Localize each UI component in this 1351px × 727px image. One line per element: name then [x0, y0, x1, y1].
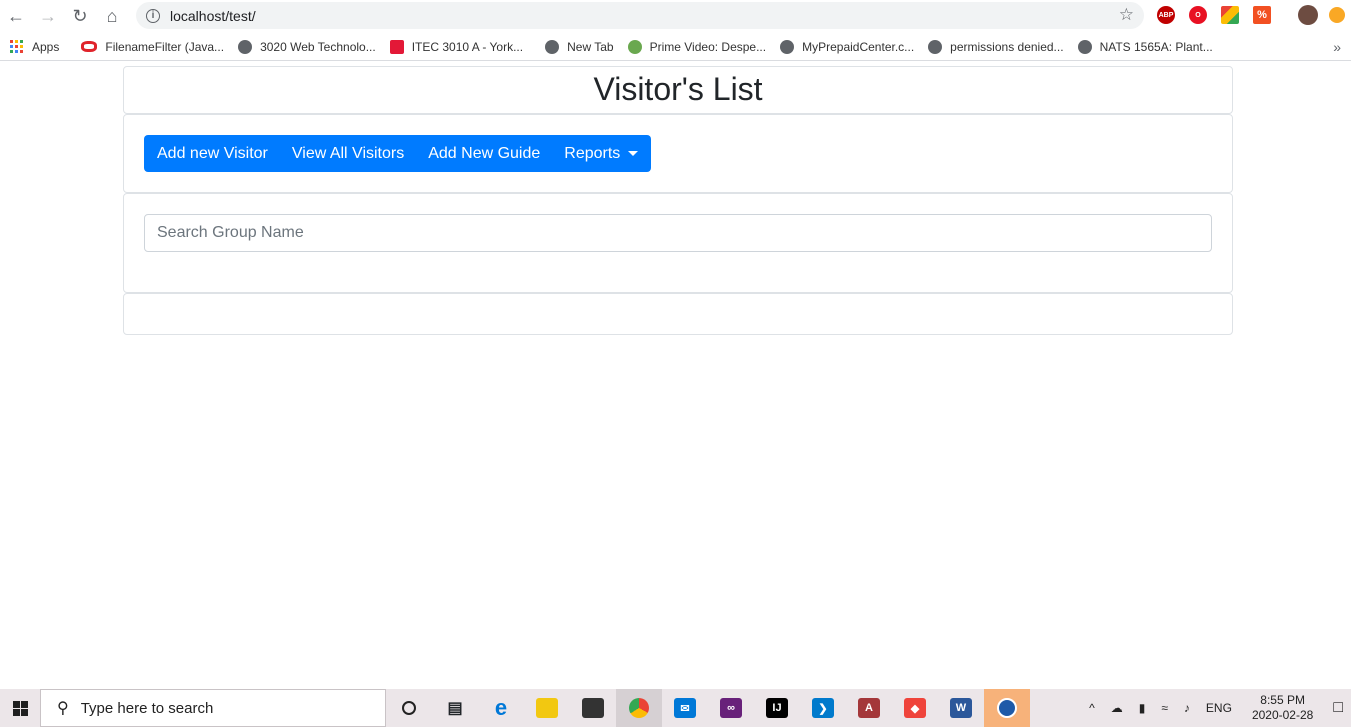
update-icon[interactable]: [1329, 7, 1345, 23]
bookmark-itec[interactable]: ITEC 3010 A - York...: [389, 39, 524, 54]
bookmark-label: 3020 Web Technolo...: [260, 39, 376, 54]
nav-view-all-visitors[interactable]: View All Visitors: [292, 145, 404, 163]
bookmark-prime-video[interactable]: Prime Video: Despe...: [627, 39, 767, 54]
bookmark-label: FilenameFilter (Java...: [105, 39, 225, 54]
windows-logo-icon: [12, 700, 28, 716]
anydesk-icon[interactable]: ◆: [892, 689, 938, 727]
bookmark-label: New Tab: [567, 39, 614, 54]
title-card: Visitor's List: [123, 66, 1233, 114]
oracle-icon: [81, 41, 98, 52]
wifi-icon[interactable]: ≈: [1161, 701, 1168, 715]
bookmark-label: MyPrepaidCenter.c...: [802, 39, 915, 54]
edge-icon[interactable]: e: [478, 689, 524, 727]
clock-date: 2020-02-28: [1251, 708, 1314, 722]
bookmark-label: permissions denied...: [950, 39, 1064, 54]
bookmark-label: Apps: [32, 39, 60, 54]
opera-icon[interactable]: O: [1189, 6, 1207, 24]
colorful-ext-icon[interactable]: [1221, 6, 1239, 24]
bookmark-label: NATS 1565A: Plant...: [1099, 39, 1213, 54]
nav-add-new-visitor[interactable]: Add new Visitor: [157, 145, 268, 163]
taskbar-search[interactable]: ⚲ Type here to search: [40, 689, 386, 727]
search-icon: ⚲: [57, 700, 69, 717]
page-title: Visitor's List: [593, 71, 763, 107]
word-icon[interactable]: W: [938, 689, 984, 727]
volume-icon[interactable]: ♪: [1184, 701, 1190, 715]
globe-icon: [238, 39, 253, 54]
profile-avatar[interactable]: [1298, 5, 1318, 25]
address-bar[interactable]: i localhost/test/ ☆: [136, 2, 1144, 29]
clock-time: 8:55 PM: [1260, 693, 1305, 707]
caret-down-icon: [628, 151, 639, 156]
bookmark-filenamefilter[interactable]: FilenameFilter (Java...: [81, 40, 224, 54]
more-bookmarks-chevron-icon[interactable]: »: [1333, 39, 1341, 55]
show-hidden-icons-chevron-icon[interactable]: ^: [1089, 701, 1095, 715]
navigation-card: Add new Visitor View All Visitors Add Ne…: [123, 114, 1233, 193]
chrome-icon[interactable]: [616, 689, 662, 727]
battery-icon[interactable]: ▮: [1139, 701, 1146, 715]
main-navbar: Add new Visitor View All Visitors Add Ne…: [144, 135, 652, 172]
bookmark-label: ITEC 3010 A - York...: [411, 39, 524, 54]
store-icon[interactable]: [570, 689, 616, 727]
home-icon[interactable]: ⌂: [96, 2, 128, 32]
nav-add-new-guide[interactable]: Add New Guide: [428, 145, 540, 163]
globe-icon: [780, 39, 795, 54]
taskbar-search-placeholder: Type here to search: [80, 699, 214, 717]
back-arrow-icon[interactable]: ←: [0, 2, 32, 32]
abp-icon[interactable]: ABP: [1157, 6, 1175, 24]
file-explorer-icon[interactable]: [524, 689, 570, 727]
bookmark-permissions[interactable]: permissions denied...: [928, 39, 1064, 54]
nav-reports-dropdown[interactable]: Reports: [564, 144, 639, 163]
access-icon[interactable]: A: [846, 689, 892, 727]
forward-arrow-icon[interactable]: →: [32, 2, 64, 32]
bookmark-myprepaidcenter[interactable]: MyPrepaidCenter.c...: [780, 39, 915, 54]
onedrive-icon[interactable]: ☁: [1111, 701, 1123, 715]
results-card: [123, 293, 1233, 335]
url-text[interactable]: localhost/test/: [170, 8, 256, 24]
search-group-name-input[interactable]: [144, 214, 1212, 252]
active-app-icon[interactable]: [984, 689, 1030, 727]
vscode-icon[interactable]: ❯: [800, 689, 846, 727]
intellij-icon[interactable]: IJ: [754, 689, 800, 727]
bookmark-apps[interactable]: Apps: [0, 39, 60, 54]
percent-ext-icon[interactable]: %: [1253, 6, 1271, 24]
visual-studio-icon[interactable]: ∞: [708, 689, 754, 727]
browser-toolbar: ← → ↻ ⌂ i localhost/test/ ☆ ABP O %: [0, 0, 1351, 33]
reports-label: Reports: [564, 144, 621, 162]
start-button[interactable]: [0, 689, 40, 727]
language-indicator[interactable]: ENG: [1206, 701, 1232, 715]
reload-icon[interactable]: ↻: [64, 2, 96, 32]
bookmarks-bar: Apps FilenameFilter (Java... 3020 Web Te…: [0, 33, 1351, 61]
notifications-icon[interactable]: □: [1333, 699, 1343, 717]
globe-icon: [545, 39, 560, 54]
apps-grid-icon: [10, 39, 24, 54]
prime-video-icon: [627, 39, 642, 54]
task-view-icon[interactable]: ▤: [432, 689, 478, 727]
clock[interactable]: 8:55 PM 2020-02-28: [1252, 693, 1313, 723]
york-icon: [389, 39, 404, 54]
search-card: [123, 193, 1233, 293]
bookmark-web-technologies[interactable]: 3020 Web Technolo...: [238, 39, 376, 54]
bookmark-star-icon[interactable]: ☆: [1119, 5, 1134, 25]
mail-icon[interactable]: ✉: [662, 689, 708, 727]
cortana-icon[interactable]: [386, 689, 432, 727]
bookmark-label: Prime Video: Despe...: [649, 39, 767, 54]
globe-icon: [928, 39, 943, 54]
bookmark-new-tab[interactable]: New Tab: [545, 39, 614, 54]
windows-taskbar: ⚲ Type here to search ▤ e ✉ ∞ IJ ❯ A ◆ W…: [0, 689, 1351, 727]
system-tray: ^ ☁ ▮ ≈ ♪ ENG 8:55 PM 2020-02-28 □: [1081, 689, 1351, 727]
info-icon[interactable]: i: [146, 8, 160, 23]
globe-icon: [1077, 39, 1092, 54]
bookmark-nats[interactable]: NATS 1565A: Plant...: [1077, 39, 1213, 54]
